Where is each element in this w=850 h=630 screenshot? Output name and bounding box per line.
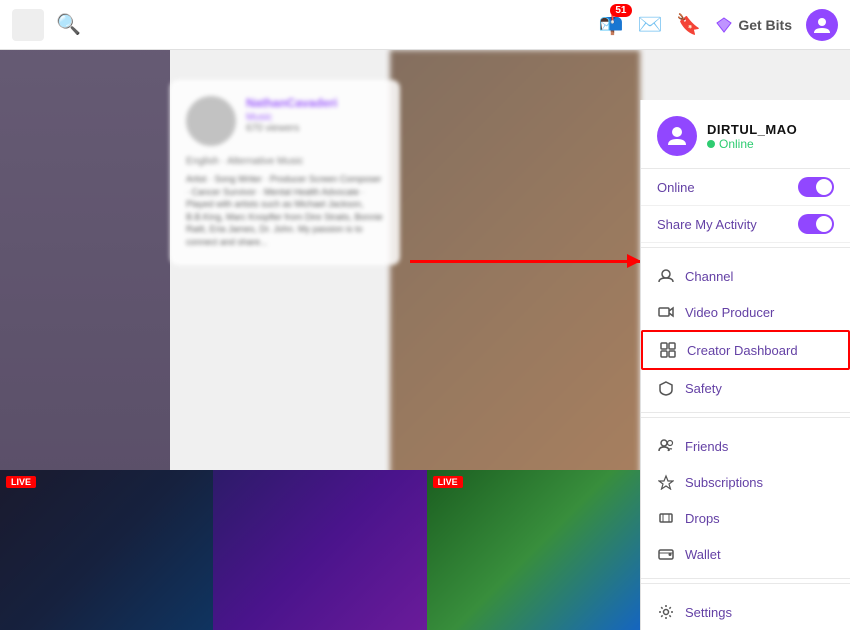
channel-item[interactable]: Channel (641, 258, 850, 294)
status-dot (707, 140, 715, 148)
status-text: Online (719, 137, 754, 151)
settings-icon (657, 603, 675, 621)
profile-header: NathanCavaderi Music 670 viewers (186, 96, 384, 146)
separator-2 (641, 417, 850, 418)
profile-tags: English · Alternative Music (186, 156, 384, 167)
notification-count: 51 (610, 4, 631, 17)
live-badge-1: LIVE (6, 476, 36, 488)
separator-1 (641, 247, 850, 248)
get-bits-button[interactable]: Get Bits (715, 16, 792, 34)
online-toggle[interactable] (798, 177, 834, 197)
online-label: Online (657, 180, 695, 195)
search-icon[interactable]: 🔍 (56, 12, 81, 37)
drops-label: Drops (685, 511, 834, 526)
settings-item[interactable]: Settings (641, 594, 850, 630)
user-section: DIRTUL_MAO Online (641, 100, 850, 169)
topbar: 🔍 📬 51 ✉️ 🔖 Get Bits (0, 0, 850, 50)
user-info: DIRTUL_MAO Online (707, 122, 797, 151)
stream-thumb-1[interactable]: LIVE (0, 470, 213, 630)
share-activity-label: Share My Activity (657, 217, 757, 232)
friends-item[interactable]: Friends (641, 428, 850, 464)
wallet-item[interactable]: Wallet (641, 536, 850, 572)
creator-dashboard-label: Creator Dashboard (687, 343, 832, 358)
user-icon (812, 15, 832, 35)
bg-left-panel (0, 50, 170, 510)
profile-info: NathanCavaderi Music 670 viewers (246, 96, 384, 134)
profile-picture (186, 96, 236, 146)
dropdown-menu: DIRTUL_MAO Online Online Share My Activi… (640, 100, 850, 630)
drops-icon (657, 509, 675, 527)
creator-dashboard-item[interactable]: Creator Dashboard (641, 330, 850, 370)
safety-item[interactable]: Safety (641, 370, 850, 406)
main-content: NathanCavaderi Music 670 viewers English… (0, 50, 850, 630)
logo[interactable] (12, 9, 44, 41)
topbar-right: 📬 51 ✉️ 🔖 Get Bits (599, 9, 838, 41)
share-activity-toggle-row[interactable]: Share My Activity (641, 206, 850, 243)
social-section: Friends Subscriptions Dr (641, 422, 850, 579)
channel-icon (657, 267, 675, 285)
bg-right-panel (390, 50, 640, 510)
profile-subtitle: Music (246, 112, 384, 123)
online-toggle-row[interactable]: Online (641, 169, 850, 206)
creator-dashboard-icon (659, 341, 677, 359)
stream-thumb-3[interactable]: LIVE (427, 470, 640, 630)
subscriptions-label: Subscriptions (685, 475, 834, 490)
wallet-icon (657, 545, 675, 563)
profile-bio: Artist · Song Writer · Producer Screen C… (186, 173, 384, 249)
profile-name: NathanCavaderi (246, 96, 384, 110)
mail-icon[interactable]: ✉️ (638, 12, 663, 37)
friends-label: Friends (685, 439, 834, 454)
profile-card: NathanCavaderi Music 670 viewers English… (170, 80, 400, 265)
safety-label: Safety (685, 381, 834, 396)
video-producer-icon (657, 303, 675, 321)
bookmark-icon[interactable]: 🔖 (676, 12, 701, 37)
video-producer-label: Video Producer (685, 305, 834, 320)
safety-icon (657, 379, 675, 397)
settings-label: Settings (685, 605, 834, 620)
diamond-icon (715, 16, 733, 34)
user-name: DIRTUL_MAO (707, 122, 797, 137)
separator-3 (641, 583, 850, 584)
user-status: Online (707, 137, 797, 151)
live-badge-3: LIVE (433, 476, 463, 488)
user-avatar-button[interactable] (806, 9, 838, 41)
user-avatar-menu (657, 116, 697, 156)
wallet-label: Wallet (685, 547, 834, 562)
profile-views: 670 viewers (246, 123, 384, 134)
creator-section: Channel Video Producer (641, 252, 850, 413)
notification-bell[interactable]: 📬 51 (599, 12, 624, 37)
video-producer-item[interactable]: Video Producer (641, 294, 850, 330)
settings-section: Settings Language › (641, 588, 850, 630)
stream-thumb-2[interactable] (213, 470, 426, 630)
subscriptions-item[interactable]: Subscriptions (641, 464, 850, 500)
drops-item[interactable]: Drops (641, 500, 850, 536)
share-activity-toggle[interactable] (798, 214, 834, 234)
arrow-pointer (410, 260, 640, 263)
friends-icon (657, 437, 675, 455)
channel-label: Channel (685, 269, 834, 284)
stream-thumbnails: LIVE LIVE (0, 470, 640, 630)
user-menu-icon (665, 124, 689, 148)
subscriptions-icon (657, 473, 675, 491)
